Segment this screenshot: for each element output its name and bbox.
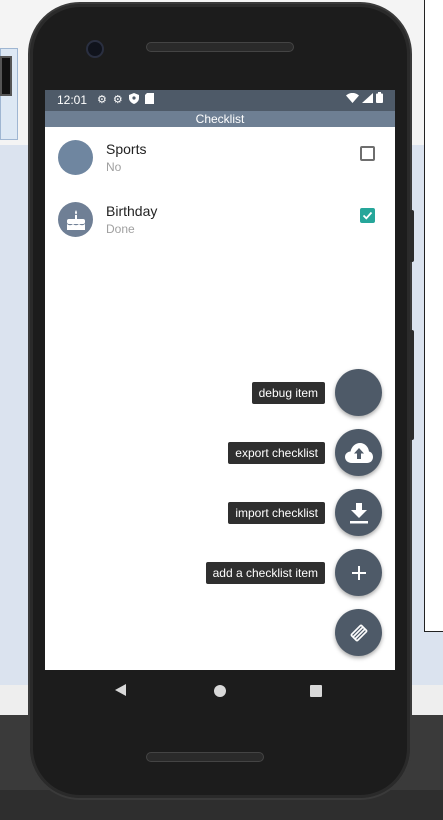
item-title: Birthday bbox=[106, 203, 158, 219]
status-time: 12:01 bbox=[57, 93, 88, 107]
back-icon[interactable] bbox=[115, 684, 126, 696]
signal-icon bbox=[362, 92, 373, 106]
front-camera bbox=[86, 40, 104, 58]
earpiece-speaker bbox=[146, 42, 294, 52]
plus-icon bbox=[351, 565, 366, 580]
battery-icon bbox=[376, 92, 383, 106]
page-title: Checklist bbox=[195, 112, 245, 126]
desktop-side-window bbox=[424, 0, 443, 632]
item-checkbox[interactable] bbox=[360, 146, 375, 161]
bottom-speaker bbox=[146, 752, 264, 762]
gear-icon: ⚙ bbox=[97, 93, 107, 106]
item-avatar bbox=[58, 140, 93, 175]
list-item[interactable]: Sports No bbox=[45, 140, 395, 200]
sd-card-icon bbox=[144, 93, 154, 107]
power-button[interactable] bbox=[409, 330, 414, 440]
home-icon[interactable] bbox=[214, 685, 226, 697]
shield-icon bbox=[128, 93, 139, 107]
add-checklist-item-button[interactable] bbox=[335, 549, 382, 596]
debug-item-button[interactable] bbox=[335, 369, 382, 416]
item-status: Done bbox=[106, 222, 135, 236]
debug-item-label[interactable]: debug item bbox=[251, 382, 325, 404]
import-checklist-label[interactable]: import checklist bbox=[228, 502, 325, 524]
cloud-upload-icon bbox=[344, 442, 374, 464]
app-bar: Checklist bbox=[45, 111, 395, 127]
pencil-icon bbox=[347, 621, 371, 645]
export-checklist-label[interactable]: export checklist bbox=[228, 442, 325, 464]
import-checklist-button[interactable] bbox=[335, 489, 382, 536]
cake-icon bbox=[58, 202, 93, 237]
system-nav-bar bbox=[45, 670, 395, 712]
item-title: Sports bbox=[106, 141, 147, 157]
app-screen: 12:01 ⚙ ⚙ Checklist Sports No Birthday D… bbox=[45, 90, 395, 712]
status-system-icons bbox=[346, 92, 383, 106]
add-checklist-item-label[interactable]: add a checklist item bbox=[205, 562, 325, 584]
item-checkbox[interactable] bbox=[360, 208, 375, 223]
volume-button[interactable] bbox=[409, 210, 414, 262]
desktop-window-thumbnail bbox=[0, 56, 12, 96]
recents-icon[interactable] bbox=[310, 685, 322, 697]
gear-icon: ⚙ bbox=[112, 93, 123, 106]
status-bar: 12:01 ⚙ ⚙ bbox=[45, 90, 395, 111]
export-checklist-button[interactable] bbox=[335, 429, 382, 476]
fab-menu-toggle-button[interactable] bbox=[335, 609, 382, 656]
wifi-icon bbox=[346, 92, 359, 106]
download-icon bbox=[349, 502, 369, 524]
list-item[interactable]: Birthday Done bbox=[45, 202, 395, 262]
item-status: No bbox=[106, 160, 122, 174]
status-notification-icons: ⚙ ⚙ bbox=[97, 93, 154, 107]
